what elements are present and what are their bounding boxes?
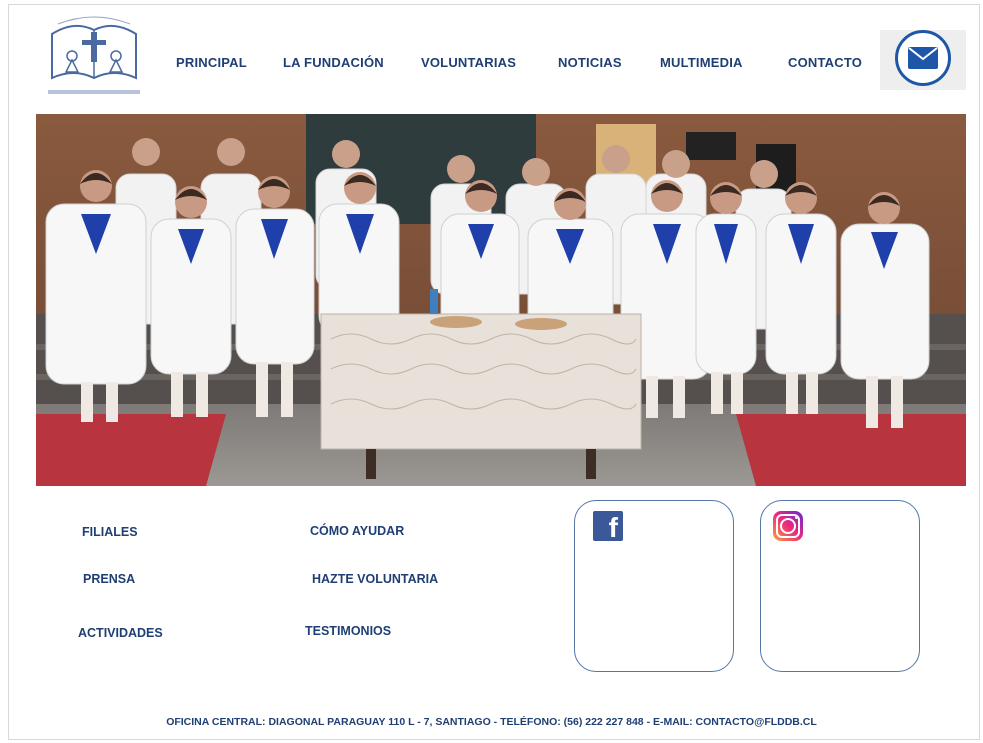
facebook-icon[interactable]: f	[593, 511, 623, 543]
facebook-glyph: f	[608, 512, 618, 543]
instagram-card[interactable]	[760, 500, 920, 672]
mail-button-container	[880, 30, 966, 90]
footer-contact-info: OFICINA CENTRAL: DIAGONAL PARAGUAY 110 L…	[166, 716, 817, 728]
foundation-logo[interactable]	[44, 16, 144, 102]
nav-multimedia[interactable]: MULTIMEDIA	[660, 55, 743, 70]
link-hazte-voluntaria[interactable]: HAZTE VOLUNTARIA	[312, 572, 438, 586]
link-filiales[interactable]: FILIALES	[82, 525, 138, 539]
link-actividades[interactable]: ACTIVIDADES	[78, 626, 163, 640]
nav-la-fundacion[interactable]: LA FUNDACIÓN	[283, 55, 384, 70]
nav-voluntarias[interactable]: VOLUNTARIAS	[421, 55, 516, 70]
mail-button[interactable]	[895, 30, 951, 86]
link-testimonios[interactable]: TESTIMONIOS	[305, 624, 391, 638]
instagram-icon[interactable]	[773, 511, 803, 541]
link-prensa[interactable]: PRENSA	[83, 572, 135, 586]
nav-noticias[interactable]: NOTICIAS	[558, 55, 622, 70]
nav-contacto[interactable]: CONTACTO	[788, 55, 862, 70]
nav-principal[interactable]: PRINCIPAL	[176, 55, 247, 70]
facebook-card[interactable]: f	[574, 500, 734, 672]
envelope-icon	[908, 47, 938, 69]
hero-photo	[36, 114, 966, 486]
link-como-ayudar[interactable]: CÓMO AYUDAR	[310, 524, 404, 538]
